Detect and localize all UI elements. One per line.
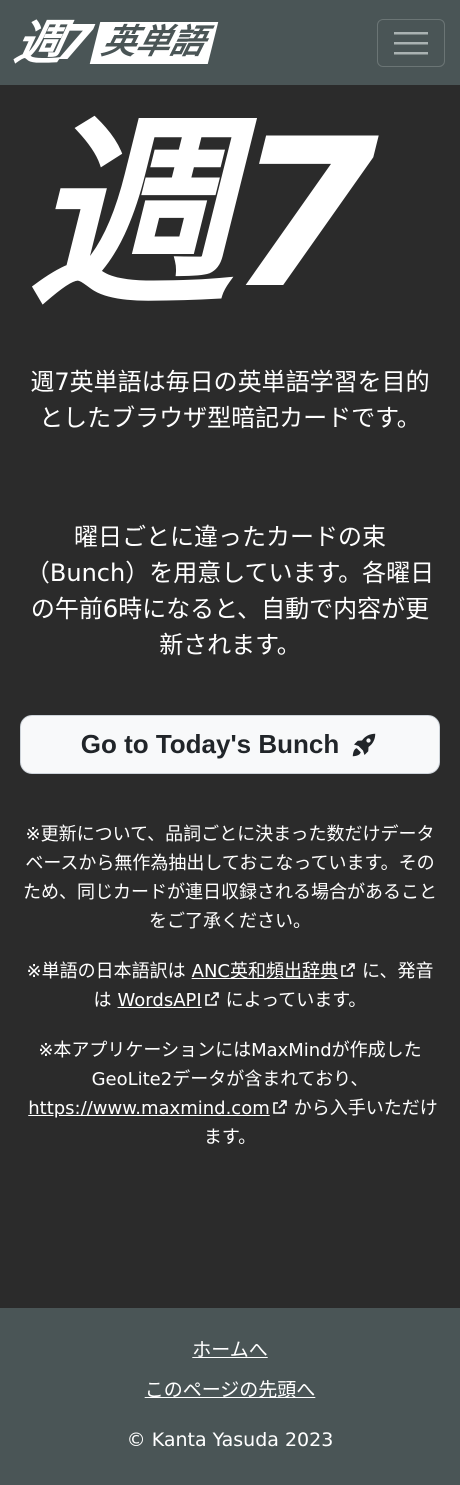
intro-paragraph-1: 週7英単語は毎日の英単語学習を目的としたブラウザ型暗記カードです。 [30,368,430,432]
brand-word: 英単語 [90,21,219,64]
footer-copyright: © Kanta Yasuda 2023 [126,1429,334,1451]
external-link-icon [204,992,219,1006]
note-geolite-attribution: ※本アプリケーションにはMaxMindが作成したGeoLite2データが含まれて… [20,1036,440,1152]
note-update-policy: ※更新について、品詞ごとに決まった数だけデータベースから無作為抽出しておこなって… [23,824,437,932]
intro-paragraph-2: 曜日ごとに違ったカードの束（Bunch）を用意しています。各曜日の午前6時になる… [25,523,435,659]
wordsapi-link[interactable]: WordsAPI [118,990,220,1011]
navbar: 週7 英単語 [0,0,460,85]
note3-prefix: ※本アプリケーションにはMaxMindが作成したGeoLite2データが含まれて… [38,1040,422,1090]
external-link-icon [272,1100,287,1114]
footer-page-top-link[interactable]: このページの先頭へ [0,1378,460,1402]
brand-logo[interactable]: 週7 英単語 [10,13,219,73]
maxmind-link[interactable]: https://www.maxmind.com [28,1098,288,1119]
brand-mark: 週7 [10,14,92,71]
rocket-icon [352,733,376,756]
todays-bunch-label: Go to Today's Bunch [80,729,340,759]
hero-logo-text: 週7 [20,96,389,305]
hero-logo: 週7 [20,96,389,305]
footer-home-link[interactable]: ホームへ [0,1338,460,1362]
hamburger-menu-icon [394,31,428,54]
todays-bunch-button[interactable]: Go to Today's Bunch [20,715,440,774]
note-dictionary-source: ※単語の日本語訳は ANC英和頻出辞典 に、発音は WordsAPI によっています。 [20,957,440,1015]
menu-toggle-button[interactable] [377,18,445,67]
anc-dictionary-link[interactable]: ANC英和頻出辞典 [192,961,356,982]
note2-prefix: ※単語の日本語訳は [26,961,186,982]
note2-suffix: によっています。 [225,990,367,1011]
external-link-icon [341,963,355,977]
